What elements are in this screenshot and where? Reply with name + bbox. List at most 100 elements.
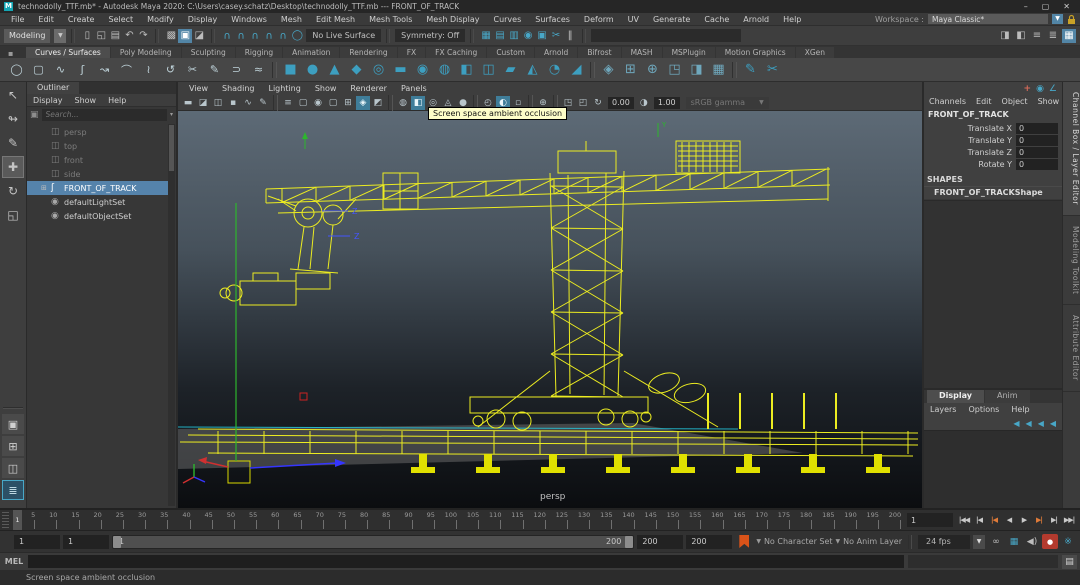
camera-attributes-icon[interactable]: ◫: [211, 96, 225, 110]
attach-curve-icon[interactable]: ⊃: [226, 59, 247, 80]
undo-icon[interactable]: ↶: [122, 29, 136, 43]
2d-pan-zoom-icon[interactable]: ✎: [256, 96, 270, 110]
camera-select-icon[interactable]: ◪: [196, 96, 210, 110]
workspace-selector[interactable]: Maya Classic*: [928, 14, 1048, 24]
shelf-tab[interactable]: Animation: [283, 47, 339, 58]
pause-viewport-icon[interactable]: ‖: [563, 29, 577, 43]
outliner-item[interactable]: ◫ front: [27, 153, 176, 167]
anim-layer-caret-icon[interactable]: ▼: [836, 538, 841, 545]
shelf-tab[interactable]: FX: [398, 47, 425, 58]
safe-title-icon[interactable]: ◩: [371, 96, 385, 110]
command-line-input[interactable]: [28, 555, 904, 568]
viewport-menu-item[interactable]: Lighting: [261, 84, 307, 93]
nurbs-square-icon[interactable]: ▢: [28, 59, 49, 80]
resolution-gate-icon[interactable]: ◉: [311, 96, 325, 110]
lasso-select-tool[interactable]: ↬: [2, 108, 24, 130]
snap-view-plane-icon[interactable]: ∪: [276, 29, 290, 43]
go-to-end-button[interactable]: ▶▶|: [1062, 513, 1076, 528]
curve-fillet-icon[interactable]: ≀: [138, 59, 159, 80]
shelf-tab[interactable]: Rigging: [236, 47, 282, 58]
grid-toggle-icon[interactable]: ≡: [281, 96, 295, 110]
hyperbolic-icon[interactable]: ∠: [1049, 84, 1057, 94]
layer-editor-menu-item[interactable]: Layers: [924, 405, 962, 414]
search-caret-icon[interactable]: ▾: [170, 111, 173, 118]
viewport-menu-item[interactable]: Renderer: [343, 84, 394, 93]
menu-item[interactable]: Windows: [224, 15, 274, 24]
wireframe-icon[interactable]: ◍: [396, 96, 410, 110]
cv-curve-icon[interactable]: ʃ: [72, 59, 93, 80]
play-forwards-button[interactable]: ▶: [1017, 513, 1031, 528]
range-bar[interactable]: 1 200: [112, 535, 634, 549]
animation-end-field[interactable]: 200: [686, 535, 732, 549]
command-line-language-toggle[interactable]: MEL: [0, 557, 28, 566]
move-tool[interactable]: ✚: [2, 156, 24, 178]
viewport-menu-item[interactable]: Panels: [394, 84, 434, 93]
minimize-button[interactable]: –: [1024, 2, 1028, 11]
select-tool[interactable]: ↖: [2, 84, 24, 106]
outliner-menu-item[interactable]: Display: [27, 96, 69, 105]
channel-box-toggle-icon[interactable]: ≡: [1030, 29, 1044, 43]
menu-item[interactable]: Mesh Display: [419, 15, 486, 24]
scale-tool[interactable]: ◱: [2, 204, 24, 226]
shelf-icon[interactable]: [732, 62, 737, 78]
outliner-item[interactable]: ◫ top: [27, 139, 176, 153]
set-key-icon[interactable]: [739, 535, 749, 548]
poly-gear-icon[interactable]: ▰: [500, 59, 521, 80]
render-settings-icon[interactable]: ▥: [507, 29, 521, 43]
nurbs-circle-icon[interactable]: ◯: [6, 59, 27, 80]
pencil-curve-icon[interactable]: ↝: [94, 59, 115, 80]
snap-point-icon[interactable]: ∪: [248, 29, 262, 43]
shelf-tab[interactable]: MASH: [622, 47, 662, 58]
quick-input-field[interactable]: [591, 29, 741, 42]
fps-caret-icon[interactable]: ▼: [973, 535, 985, 549]
outliner-menu-item[interactable]: Help: [102, 96, 132, 105]
layer-editor-tab[interactable]: Display: [927, 390, 984, 403]
time-slider-track[interactable]: 1 51015202530354045505560657075808590951…: [13, 510, 901, 530]
workspace-lock-icon[interactable]: [1067, 14, 1076, 25]
select-object-icon[interactable]: ▣: [178, 29, 192, 43]
detach-curve-icon[interactable]: ✂: [182, 59, 203, 80]
viewport-menu-item[interactable]: View: [182, 84, 215, 93]
two-pane-layout-button[interactable]: ◫: [2, 458, 24, 478]
shelf-tab[interactable]: Arnold: [535, 47, 577, 58]
outliner-item[interactable]: ◉ defaultLightSet: [27, 195, 176, 209]
maximize-button[interactable]: ▢: [1042, 2, 1050, 11]
poly-pyramid-icon[interactable]: ◭: [522, 59, 543, 80]
image-plane-icon[interactable]: ∿: [241, 96, 255, 110]
new-layer-icon[interactable]: ◀: [1050, 419, 1056, 428]
shelf-tab[interactable]: MSPlugin: [663, 47, 715, 58]
select-component-icon[interactable]: ◪: [192, 29, 206, 43]
bridge-icon[interactable]: ◨: [686, 59, 707, 80]
channel-name[interactable]: Translate Y: [924, 136, 1016, 145]
shelf-icon[interactable]: [272, 62, 277, 78]
menu-item[interactable]: Edit: [31, 15, 61, 24]
menu-item[interactable]: Arnold: [736, 15, 776, 24]
channel-box-menu-item[interactable]: Channels: [924, 97, 971, 106]
playblast-icon[interactable]: ▦: [1006, 534, 1022, 549]
poly-pipe-icon[interactable]: ◧: [456, 59, 477, 80]
safe-action-icon[interactable]: ◈: [356, 96, 370, 110]
move-layer-up-icon[interactable]: ◀: [1013, 419, 1019, 428]
make-live-icon[interactable]: ◯: [290, 29, 304, 43]
new-scene-icon[interactable]: ▯: [80, 29, 94, 43]
poly-cylinder-icon[interactable]: ◆: [346, 59, 367, 80]
channel-value-field[interactable]: 0: [1016, 159, 1058, 170]
shelf-tab[interactable]: FX Caching: [426, 47, 486, 58]
poly-plane-icon[interactable]: ▬: [390, 59, 411, 80]
shelf-tab[interactable]: Curves / Surfaces: [26, 47, 110, 58]
channel-name[interactable]: Translate Z: [924, 148, 1016, 157]
menu-item[interactable]: Create: [61, 15, 102, 24]
poly-helix-icon[interactable]: ◔: [544, 59, 565, 80]
step-forward-frame-button[interactable]: ▶|: [1047, 513, 1061, 528]
exposure-icon[interactable]: ↻: [591, 96, 605, 110]
exposure-field[interactable]: 0.00: [608, 97, 634, 109]
view-transform-dropdown[interactable]: sRGB gamma ▼: [686, 97, 769, 109]
render-current-frame-icon[interactable]: ◉: [521, 29, 535, 43]
open-scene-icon[interactable]: ◱: [94, 29, 108, 43]
workspace-caret-icon[interactable]: ▼: [1052, 14, 1063, 24]
rotate-tool[interactable]: ↻: [2, 180, 24, 202]
snap-grid-icon[interactable]: ∪: [220, 29, 234, 43]
shelf-tab[interactable]: Bifrost: [578, 47, 620, 58]
shelf-tab[interactable]: XGen: [796, 47, 834, 58]
camera-lock-icon[interactable]: ▬: [181, 96, 195, 110]
